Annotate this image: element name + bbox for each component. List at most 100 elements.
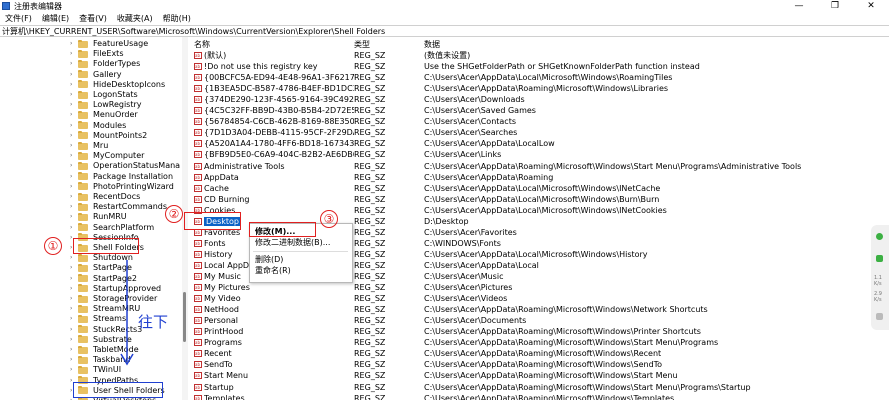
expand-arrow-icon[interactable]: › [70, 314, 78, 324]
value-row[interactable]: Start Menu REG_SZ C:\Users\Acer\AppData\Ro… [190, 370, 889, 381]
expand-arrow-icon[interactable]: › [70, 284, 78, 294]
value-row[interactable]: My Video REG_SZ C:\Users\Acer\Videos [190, 293, 889, 304]
menu-favorites[interactable]: 收藏夹(A) [112, 13, 158, 24]
value-row[interactable]: {4C5C32FF-BB9D-43B0-B5B4-2D72E54EAAA4}RE… [190, 105, 889, 116]
expand-arrow-icon[interactable]: › [70, 355, 78, 365]
tree-item[interactable]: › OperationStatusManager [70, 161, 180, 171]
tree-item[interactable]: › LogonStats [70, 90, 138, 100]
value-row[interactable]: SendTo REG_SZ C:\Users\Acer\AppData\Roamin… [190, 359, 889, 370]
tree-item[interactable]: › StorageProvider [70, 294, 157, 304]
address-bar[interactable]: 计算机\HKEY_CURRENT_USER\Software\Microsoft… [0, 25, 889, 37]
value-row[interactable]: (默认) REG_SZ (数值未设置) [190, 50, 889, 61]
expand-arrow-icon[interactable]: › [70, 110, 78, 120]
expand-arrow-icon[interactable]: › [70, 223, 78, 233]
value-row[interactable]: AppData REG_SZ C:\Users\Acer\AppData\Roami… [190, 172, 889, 183]
tree-item[interactable]: › MountPoints2 [70, 131, 147, 141]
tree-scroll-thumb[interactable] [183, 292, 186, 342]
tree-item[interactable]: › TWinUI [70, 365, 121, 375]
value-row[interactable]: {1B3EA5DC-B587-4786-B4EF-BD1DC332AEAE}RE… [190, 83, 889, 94]
expand-arrow-icon[interactable]: › [70, 294, 78, 304]
tree-item[interactable]: › Mru [70, 141, 108, 151]
value-row[interactable]: CookiesREG_SZC:\Users\Acer\AppData\Local… [190, 205, 889, 216]
tree-item[interactable]: › MenuOrder [70, 110, 138, 120]
value-row[interactable]: !Do not use this registry key REG_SZ Use t… [190, 61, 889, 72]
tree-item[interactable]: › RecentDocs [70, 192, 140, 202]
tree-item[interactable]: › MyComputer [70, 151, 144, 161]
menu-help[interactable]: 帮助(H) [158, 13, 196, 24]
expand-arrow-icon[interactable]: › [70, 70, 78, 80]
value-row[interactable]: My Pictures REG_SZ C:\Users\Acer\Pictures [190, 282, 889, 293]
value-row[interactable]: Startup REG_SZ C:\Users\Acer\AppData\Roami… [190, 382, 889, 393]
value-row[interactable]: {374DE290-123F-4565-9164-39C4925E467B}RE… [190, 94, 889, 105]
value-row[interactable]: Personal REG_SZ C:\Users\Acer\Documents [190, 315, 889, 326]
value-row[interactable]: Cache REG_SZ C:\Users\Acer\AppData\Local\M… [190, 183, 889, 194]
expand-arrow-icon[interactable]: › [70, 59, 78, 69]
tree-item[interactable]: › FolderTypes [70, 59, 140, 69]
menu-rename[interactable]: 重命名(R) [255, 266, 291, 276]
expand-arrow-icon[interactable]: › [70, 172, 78, 182]
tree-item[interactable]: › Gallery [70, 70, 122, 80]
tree-item[interactable]: › RestartCommands [70, 202, 167, 212]
tree-item[interactable]: › Package Installation [70, 172, 173, 182]
expand-arrow-icon[interactable]: › [70, 141, 78, 151]
tree-item[interactable]: › HideDesktopIcons [70, 80, 165, 90]
value-row[interactable]: Recent REG_SZ C:\Users\Acer\AppData\Roamin… [190, 348, 889, 359]
menu-edit[interactable]: 编辑(E) [37, 13, 74, 24]
expand-arrow-icon[interactable]: › [70, 212, 78, 222]
tree-item[interactable]: › PhotoPrintingWizard [70, 182, 174, 192]
settings-icon[interactable] [876, 313, 883, 320]
expand-arrow-icon[interactable]: › [70, 202, 78, 212]
expand-arrow-icon[interactable]: › [70, 90, 78, 100]
menu-file[interactable]: 文件(F) [0, 13, 37, 24]
value-row[interactable]: {A520A1A4-1780-4FF6-BD18-167343C5AF16}RE… [190, 138, 889, 149]
network-speed-widget[interactable]: 1.1 K/s 2.9 K/s [871, 225, 889, 330]
expand-arrow-icon[interactable]: › [70, 365, 78, 375]
expand-arrow-icon[interactable]: › [70, 151, 78, 161]
menu-delete[interactable]: 删除(D) [255, 255, 283, 265]
value-row[interactable]: {00BCFC5A-ED94-4E48-96A1-3F6217F21990}RE… [190, 72, 889, 83]
tree-item[interactable]: › FileExts [70, 49, 123, 59]
expand-arrow-icon[interactable]: › [70, 345, 78, 355]
folder-icon [78, 100, 88, 109]
value-row[interactable]: {7D1D3A04-DEBB-4115-95CF-2F29DA2920DA}RE… [190, 127, 889, 138]
tree-item[interactable]: › SearchPlatform [70, 223, 154, 233]
expand-arrow-icon[interactable]: › [70, 192, 78, 202]
value-row[interactable]: {BFB9D5E0-C6A9-404C-B2B2-AE6DB6AF4968}RE… [190, 149, 889, 160]
value-row[interactable]: PrintHood REG_SZ C:\Users\Acer\AppData\Roa… [190, 326, 889, 337]
folder-icon [78, 182, 88, 191]
value-row[interactable]: CD Burning REG_SZ C:\Users\Acer\AppData\Lo… [190, 194, 889, 205]
tree-item[interactable]: › RunMRU [70, 212, 127, 222]
expand-arrow-icon[interactable]: › [70, 121, 78, 131]
tree-item[interactable]: › Modules [70, 121, 126, 131]
expand-arrow-icon[interactable]: › [70, 304, 78, 314]
expand-arrow-icon[interactable]: › [70, 39, 78, 49]
value-row[interactable]: NetHood REG_SZ C:\Users\Acer\AppData\Roami… [190, 304, 889, 315]
expand-arrow-icon[interactable]: › [70, 335, 78, 345]
expand-arrow-icon[interactable]: › [70, 263, 78, 273]
close-button[interactable]: ✕ [853, 0, 889, 12]
tree-item[interactable]: › Streams [70, 314, 126, 324]
expand-arrow-icon[interactable]: › [70, 49, 78, 59]
tree-item[interactable]: ›StartupApproved [70, 284, 161, 294]
expand-arrow-icon[interactable]: › [70, 80, 78, 90]
column-name[interactable]: 名称 [194, 39, 210, 50]
menu-view[interactable]: 查看(V) [74, 13, 112, 24]
column-data[interactable]: 数据 [424, 39, 440, 50]
value-row[interactable]: Programs REG_SZ C:\Users\Acer\AppData\Roam… [190, 337, 889, 348]
column-type[interactable]: 类型 [354, 39, 370, 50]
expand-arrow-icon[interactable]: › [70, 274, 78, 284]
expand-arrow-icon[interactable]: › [70, 325, 78, 335]
menu-modify-binary[interactable]: 修改二进制数据(B)... [255, 238, 330, 248]
tree-item[interactable]: › LowRegistry [70, 100, 142, 110]
value-row[interactable]: Administrative Tools REG_SZ C:\Users\Acer\… [190, 161, 889, 172]
minimize-button[interactable]: — [781, 0, 817, 12]
expand-arrow-icon[interactable]: › [70, 253, 78, 263]
maximize-button[interactable]: ❐ [817, 0, 853, 12]
value-row[interactable]: Templates REG_SZ C:\Users\Acer\AppData\Roa… [190, 393, 889, 400]
expand-arrow-icon[interactable]: › [70, 161, 78, 171]
tree-item[interactable]: › FeatureUsage [70, 39, 148, 49]
expand-arrow-icon[interactable]: › [70, 182, 78, 192]
expand-arrow-icon[interactable]: › [70, 100, 78, 110]
expand-arrow-icon[interactable]: › [70, 131, 78, 141]
value-row[interactable]: {56784854-C6CB-462B-8169-88E350ACB882}RE… [190, 116, 889, 127]
